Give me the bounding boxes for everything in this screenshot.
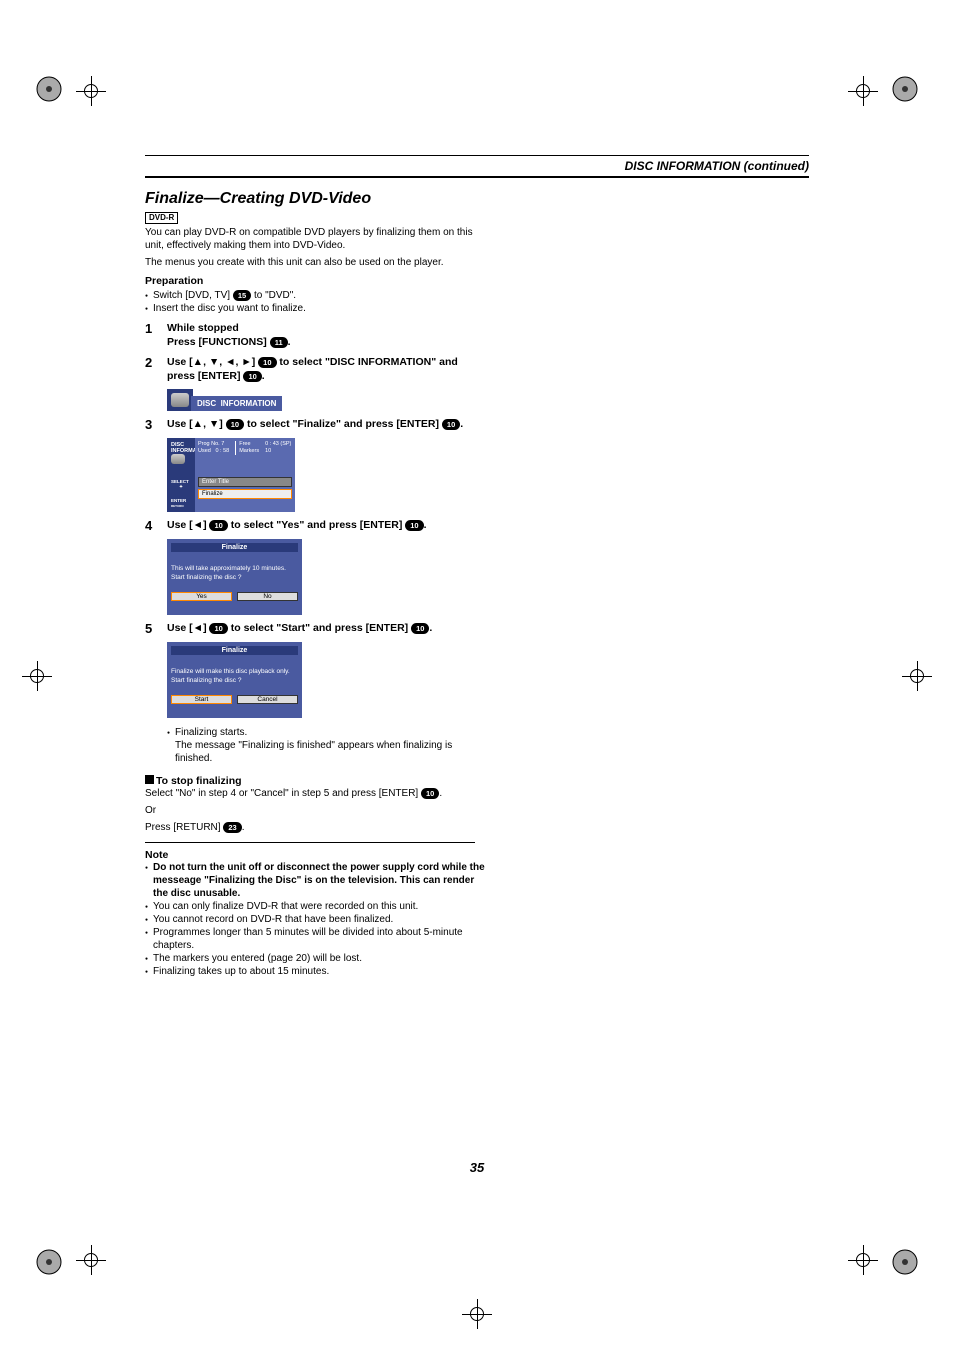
crop-mark [848,1245,878,1275]
registration-dot [892,76,918,102]
note-bullet: Programmes longer than 5 minutes will be… [145,926,485,952]
disc-icon [171,393,189,407]
step-4: 4 Use [◄] 10 to select "Yes" and press [… [145,518,485,533]
remote-key-badge: 10 [421,788,439,799]
after-step-bullet: Finalizing starts. [167,726,485,739]
intro-paragraph: You can play DVD-R on compatible DVD pla… [145,226,485,252]
step-5: 5 Use [◄] 10 to select "Start" and press… [145,621,485,636]
note-bullet: You cannot record on DVD-R that have bee… [145,913,485,926]
remote-key-badge: 10 [411,623,429,634]
note-bullet: Do not turn the unit off or disconnect t… [145,861,485,900]
separator-rule [145,842,475,843]
remote-key-badge: 23 [223,822,241,833]
after-step-text: The message "Finalizing is finished" app… [167,739,485,765]
osd-dialog-confirm: Finalize This will take approximately 10… [167,539,302,615]
remote-key-badge: 10 [258,357,276,368]
stop-or: Or [145,804,485,817]
disc-icon [171,454,185,464]
remote-key-badge: 15 [233,290,251,301]
stop-text: Select "No" in step 4 or "Cancel" in ste… [145,787,485,800]
step-3: 3 Use [▲, ▼] 10 to select "Finalize" and… [145,417,485,432]
note-bullet: Finalizing takes up to about 15 minutes. [145,965,485,978]
dlg-start-button: Start [171,695,232,704]
step-1: 1 While stopped Press [FUNCTIONS] 11. [145,321,485,349]
page-number: 35 [145,1160,809,1175]
dlg-cancel-button: Cancel [237,695,298,704]
remote-key-badge: 10 [442,419,460,430]
remote-key-badge: 10 [209,520,227,531]
remote-key-badge: 10 [209,623,227,634]
note-heading: Note [145,849,485,861]
intro-paragraph: The menus you create with this unit can … [145,256,485,269]
disc-type-badge: DVD-R [145,212,178,224]
crop-mark [76,1245,106,1275]
header-section-title: DISC INFORMATION (continued) [145,159,809,173]
registration-dot [892,1249,918,1275]
note-bullet: The markers you entered (page 20) will b… [145,952,485,965]
osd-menu-enter-title: Enter Title [198,477,292,487]
remote-key-badge: 10 [405,520,423,531]
step-2: 2 Use [▲, ▼, ◄, ►] 10 to select "DISC IN… [145,355,485,383]
stop-finalizing-heading: To stop finalizing [145,775,485,787]
crop-mark [848,76,878,106]
rule-thick [145,176,809,184]
osd-disc-info-panel: DISCINFORMATION SELECT ✦ ENTER RETURN Pr… [167,438,295,512]
registration-dot [36,76,62,102]
note-bullet: You can only finalize DVD-R that were re… [145,900,485,913]
remote-key-badge: 10 [243,371,261,382]
crop-mark [22,661,52,691]
prep-bullet: Insert the disc you want to finalize. [145,302,485,315]
stop-text: Press [RETURN] 23. [145,821,485,834]
nav-cross-icon: ✦ [174,484,188,498]
black-square-icon [145,775,154,784]
prep-bullet: Switch [DVD, TV] 15 to "DVD". [145,289,485,302]
preparation-heading: Preparation [145,275,485,287]
crop-mark [76,76,106,106]
dlg-yes-button: Yes [171,592,232,601]
crop-mark [462,1299,492,1329]
dlg-no-button: No [237,592,298,601]
osd-dialog-start: Finalize Finalize will make this disc pl… [167,642,302,718]
section-title: Finalize—Creating DVD-Video [145,190,485,208]
osd-menu-finalize: Finalize [198,489,292,499]
crop-mark [902,661,932,691]
osd-disc-information-icon: DISC INFORMATION [167,389,485,411]
registration-dot [36,1249,62,1275]
remote-key-badge: 11 [270,337,288,348]
remote-key-badge: 10 [226,419,244,430]
